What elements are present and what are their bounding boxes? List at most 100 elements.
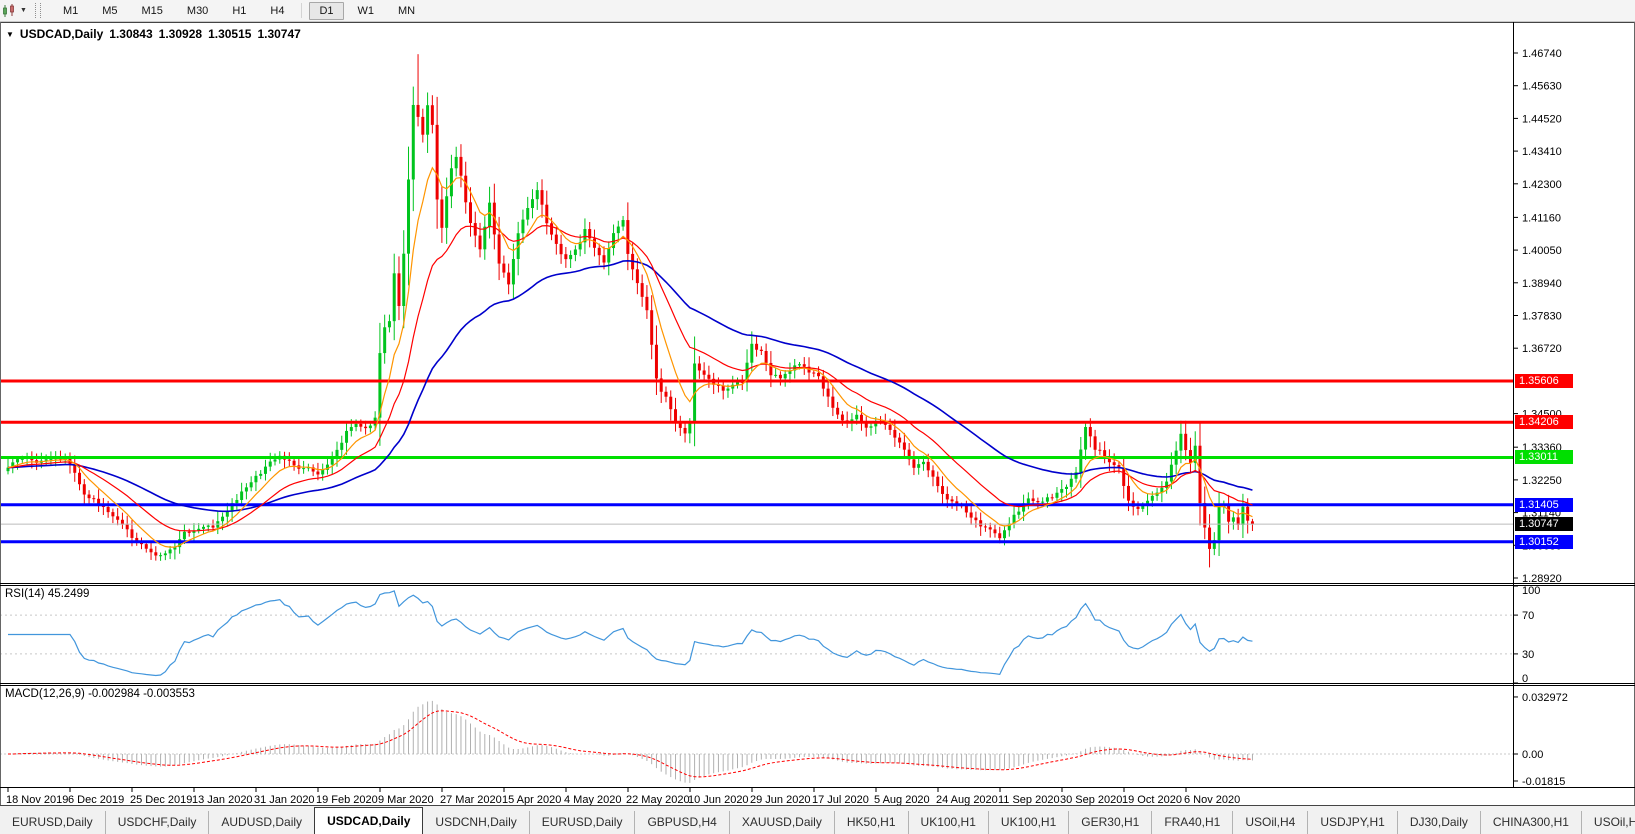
date-axis-label: 11 Sep 2020 — [998, 794, 1060, 806]
ohlc-close: 1.30747 — [257, 27, 300, 41]
collapse-caret-icon[interactable]: ▼ — [6, 30, 14, 39]
price-level-badge: 1.34206 — [1515, 415, 1573, 429]
date-axis-label: 5 Aug 2020 — [874, 794, 930, 806]
price-axis-label: 1.44520 — [1522, 113, 1562, 125]
ohlc-open: 1.30843 — [109, 27, 152, 41]
price-axis-label: 1.37830 — [1522, 310, 1562, 322]
price-axis-label: 1.36720 — [1522, 343, 1562, 355]
timeframe-button-M15[interactable]: M15 — [132, 2, 173, 20]
candlestick-series — [7, 54, 1254, 567]
price-chart-canvas[interactable]: 1.46740 1.45630 1.44520 1.43410 1.42300 1.411… — [0, 22, 1635, 806]
chart-title: USDCAD,Daily — [20, 27, 103, 41]
chart-header: ▼ USDCAD,Daily 1.30843 1.30928 1.30515 1… — [6, 27, 301, 41]
date-axis-label: 4 May 2020 — [564, 794, 621, 806]
rsi-line — [8, 591, 1252, 676]
rsi-axis-label: 100 — [1522, 585, 1540, 597]
date-axis-label: 15 Apr 2020 — [502, 794, 561, 806]
top-toolbar: ▼ M1M5 M15M30H1H4 D1 W1MN — [0, 0, 1635, 22]
chart-tab-xauusd-daily[interactable]: XAUUSD,Daily — [729, 811, 834, 834]
date-axis-label: 6 Nov 2020 — [1184, 794, 1240, 806]
chart-tab-fra40-h1[interactable]: FRA40,H1 — [1151, 811, 1232, 834]
price-axis-label: 1.40050 — [1522, 245, 1562, 257]
rsi-indicator-label: RSI(14) 45.2499 — [5, 588, 89, 600]
macd-axis-label: 0.032972 — [1522, 692, 1568, 704]
chart-tab-usdcnh-daily[interactable]: USDCNH,Daily — [423, 811, 528, 834]
chart-tab-uk100-h1[interactable]: UK100,H1 — [908, 811, 988, 834]
price-level-badge: 1.30152 — [1515, 535, 1573, 549]
timeframe-button-group: M1M5 M15M30H1H4 D1 W1MN — [51, 2, 427, 20]
date-axis-label: 31 Jan 2020 — [254, 794, 315, 806]
timeframe-button-D1[interactable]: D1 — [309, 2, 343, 20]
chart-tab-audusd-daily[interactable]: AUDUSD,Daily — [208, 811, 314, 834]
ma-50-line — [8, 261, 1252, 512]
time-axis[interactable]: 18 Nov 20196 Dec 2019 25 Dec 201913 Jan 2… — [6, 788, 1240, 806]
candlestick-chart-icon[interactable] — [1, 3, 17, 19]
date-axis-label: 29 Jun 2020 — [750, 794, 811, 806]
date-axis-label: 19 Oct 2020 — [1122, 794, 1182, 806]
price-axis-label: 1.32250 — [1522, 475, 1562, 487]
chart-tab-china300-h1[interactable]: CHINA300,H1 — [1480, 811, 1581, 834]
chart-tab-usdchf-daily[interactable]: USDCHF,Daily — [105, 811, 209, 834]
chart-tab-dj30-daily[interactable]: DJ30,Daily — [1397, 811, 1480, 834]
macd-pane[interactable]: 0.032972 0.00 -0.01815 — [0, 692, 1568, 788]
ma-20-line — [8, 226, 1252, 531]
chart-tab-ger30-h1[interactable]: GER30,H1 — [1068, 811, 1151, 834]
price-axis-label: 1.42300 — [1522, 179, 1562, 191]
date-axis-label: 6 Dec 2019 — [68, 794, 124, 806]
chart-tab-usdcad-daily[interactable]: USDCAD,Daily — [314, 807, 423, 834]
timeframe-button-H4[interactable]: H4 — [260, 2, 294, 20]
timeframe-button-MN[interactable]: MN — [388, 2, 425, 20]
pane-borders — [0, 22, 1635, 806]
price-axis-label: 1.46740 — [1522, 48, 1562, 60]
price-level-badge: 1.31405 — [1515, 498, 1573, 512]
macd-axis-label: -0.01815 — [1522, 776, 1565, 788]
price-axis-label: 1.41160 — [1522, 212, 1561, 224]
date-axis-label: 30 Sep 2020 — [1060, 794, 1122, 806]
price-axis-label: 1.45630 — [1522, 81, 1562, 93]
rsi-axis-label: 70 — [1522, 610, 1534, 622]
moving-average-lines — [8, 168, 1252, 547]
price-axis-label: 1.43410 — [1522, 146, 1562, 158]
chart-tab-usdjpy-h1[interactable]: USDJPY,H1 — [1307, 811, 1396, 834]
date-axis-label: 24 Aug 2020 — [936, 794, 998, 806]
date-axis-label: 25 Dec 2019 — [130, 794, 192, 806]
timeframe-button-M1[interactable]: M1 — [53, 2, 88, 20]
toolbar-grip-handle[interactable] — [35, 3, 41, 18]
date-axis-label: 22 May 2020 — [626, 794, 690, 806]
price-axis-label: 1.38940 — [1522, 278, 1562, 290]
rsi-pane[interactable]: 10070300 — [0, 585, 1540, 685]
date-axis-label: 19 Feb 2020 — [316, 794, 378, 806]
date-axis-label: 13 Jan 2020 — [192, 794, 253, 806]
date-axis-label: 18 Nov 2019 — [6, 794, 68, 806]
timeframe-button-M5[interactable]: M5 — [92, 2, 127, 20]
chart-tabs: EURUSD,DailyUSDCHF,DailyAUDUSD,DailyUSDC… — [0, 807, 1635, 834]
chart-tab-usoil-h4[interactable]: USOil,H4 — [1232, 811, 1307, 834]
macd-signal-line — [8, 711, 1252, 777]
chart-tab-usoil-h1[interactable]: USOil,H1 — [1581, 811, 1635, 834]
price-level-badge: 1.33011 — [1515, 450, 1573, 464]
chart-tab-hk50-h1[interactable]: HK50,H1 — [834, 811, 908, 834]
chart-tab-gbpusd-h4[interactable]: GBPUSD,H4 — [634, 811, 728, 834]
rsi-axis-label: 30 — [1522, 649, 1534, 661]
ohlc-high: 1.30928 — [159, 27, 202, 41]
date-axis-label: 9 Mar 2020 — [378, 794, 434, 806]
toolbar-separator — [301, 3, 302, 18]
chart-tab-eurusd-daily[interactable]: EURUSD,Daily — [0, 811, 105, 834]
date-axis-label: 27 Mar 2020 — [440, 794, 502, 806]
macd-indicator-label: MACD(12,26,9) -0.002984 -0.003553 — [5, 688, 195, 700]
chart-tab-eurusd-daily[interactable]: EURUSD,Daily — [529, 811, 635, 834]
price-level-badge: 1.35606 — [1515, 374, 1573, 388]
chart-tab-bar: EURUSD,DailyUSDCHF,DailyAUDUSD,DailyUSDC… — [0, 806, 1635, 834]
chart-tab-uk100-h1[interactable]: UK100,H1 — [988, 811, 1068, 834]
macd-axis-label: 0.00 — [1522, 749, 1543, 761]
current-price-badge: 1.30747 — [1515, 517, 1573, 531]
date-axis-label: 17 Jul 2020 — [812, 794, 869, 806]
timeframe-button-H1[interactable]: H1 — [222, 2, 256, 20]
ohlc-low: 1.30515 — [208, 27, 251, 41]
candlestick-chart-glyph — [1, 3, 17, 19]
chart-window[interactable]: 1.46740 1.45630 1.44520 1.43410 1.42300 1.411… — [0, 22, 1635, 806]
date-axis-label: 10 Jun 2020 — [688, 794, 749, 806]
timeframe-button-M30[interactable]: M30 — [177, 2, 218, 20]
timeframe-button-W1[interactable]: W1 — [348, 2, 385, 20]
chart-type-dropdown-caret[interactable]: ▼ — [20, 7, 27, 14]
